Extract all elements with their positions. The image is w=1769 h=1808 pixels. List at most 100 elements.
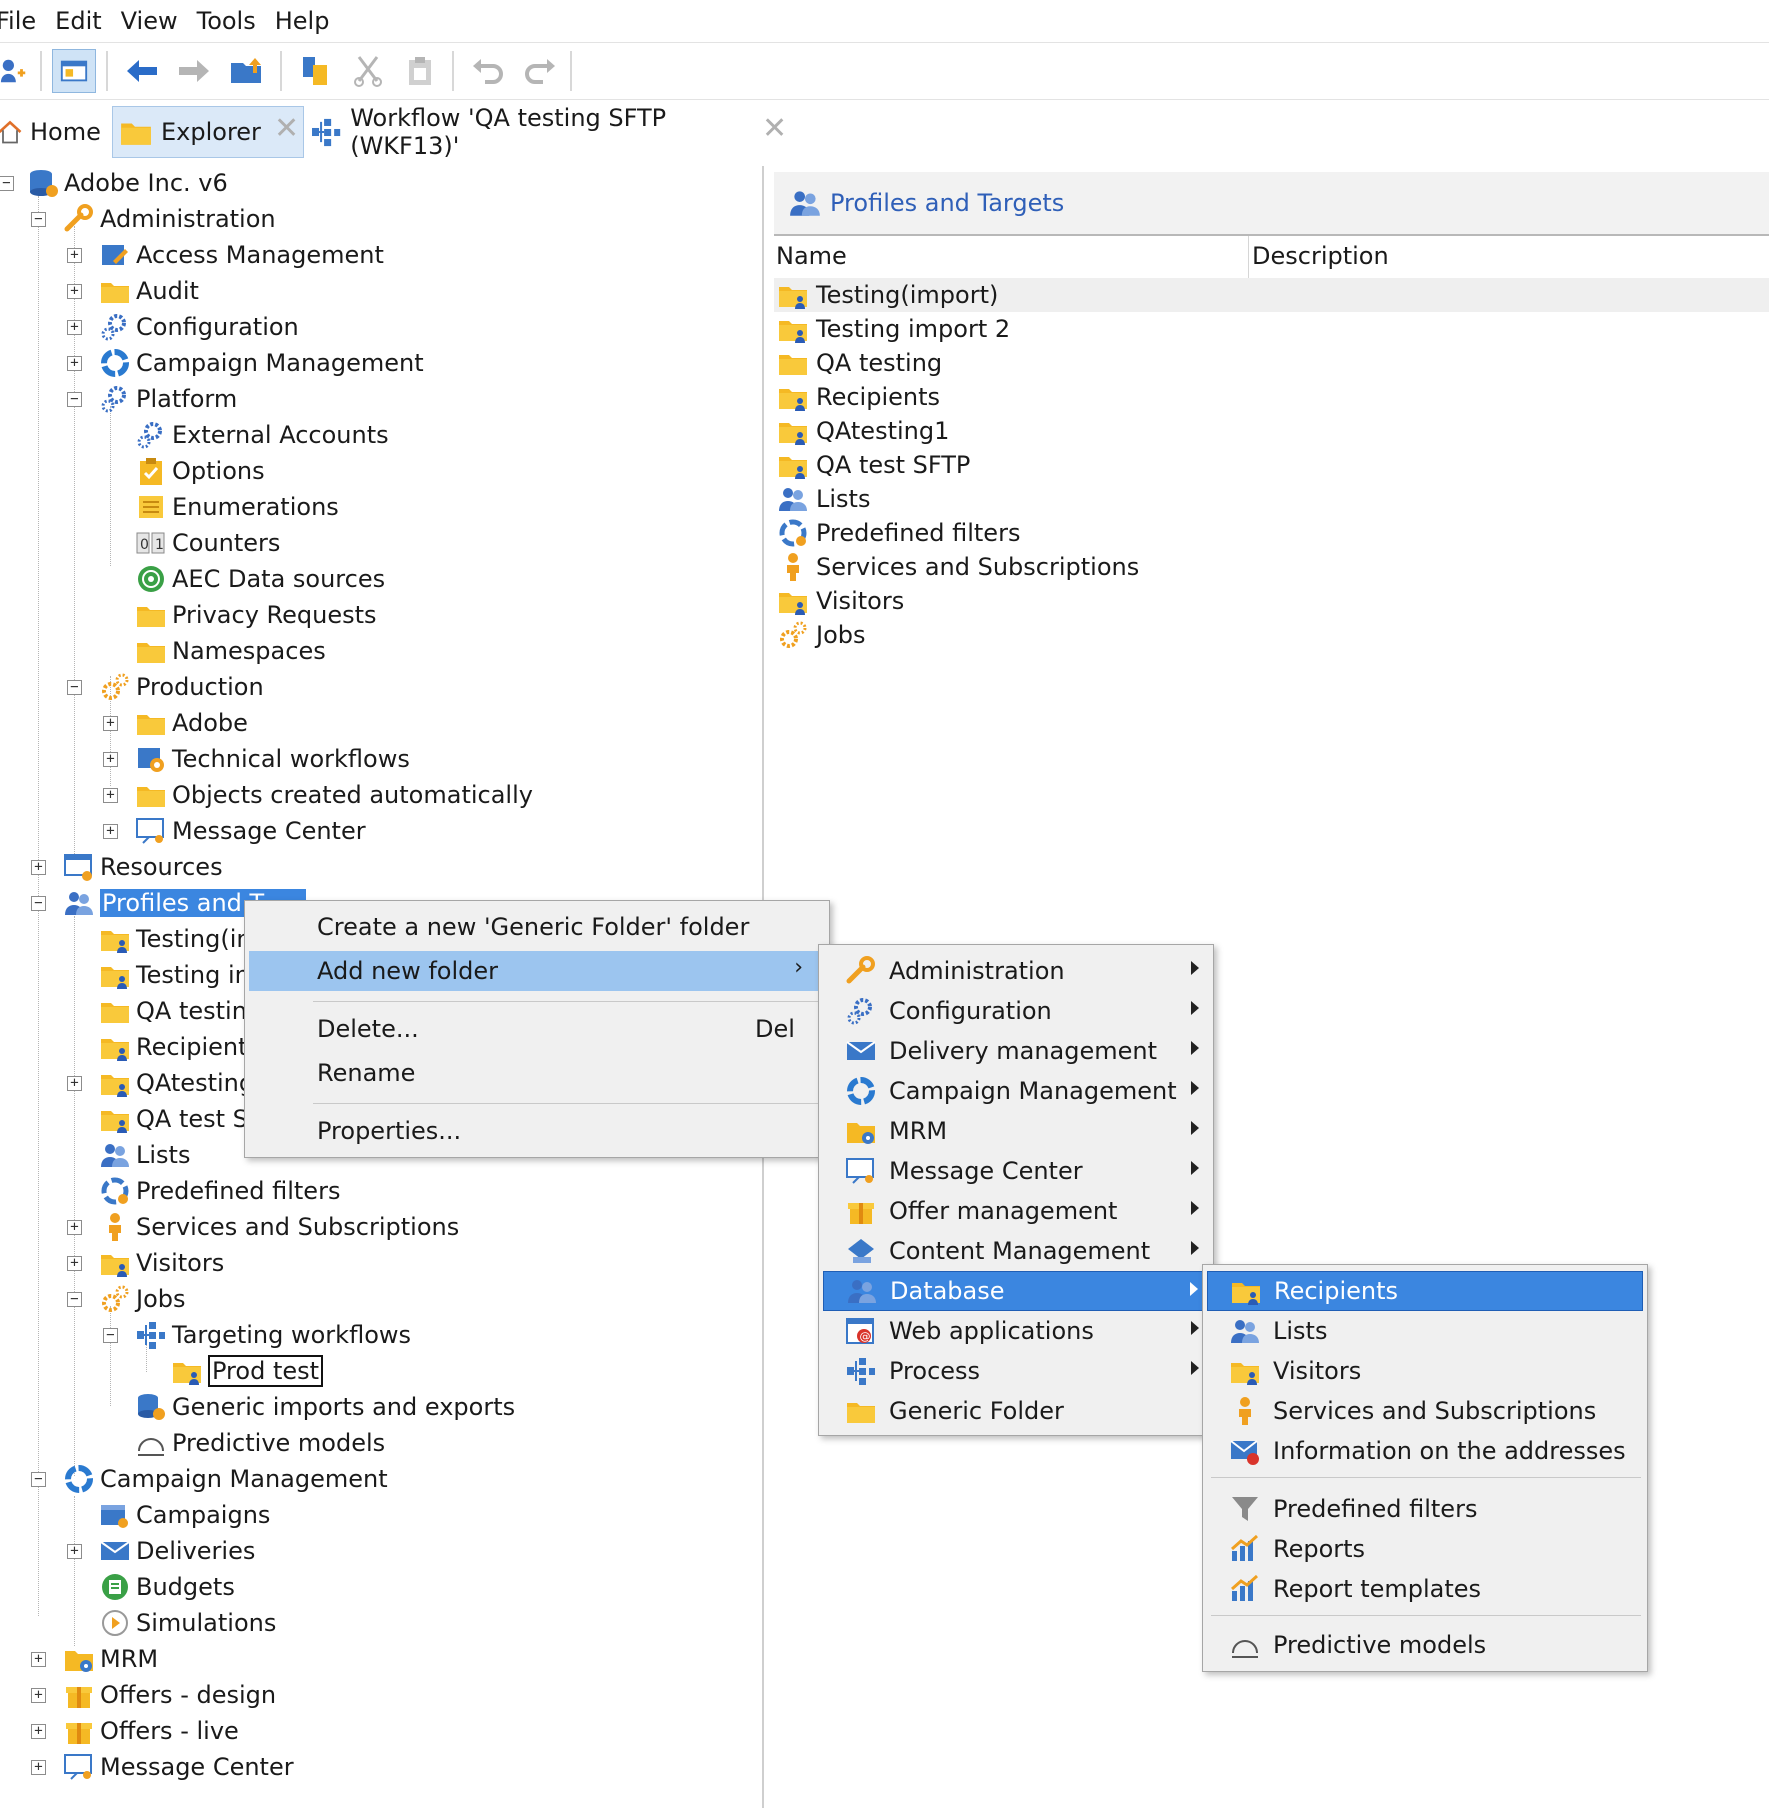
menu-edit[interactable]: Edit [55,7,120,35]
tree-item-predefined-filters[interactable]: Predefined filters [98,1174,340,1208]
submenu-item-report-templates[interactable]: Report templates [1207,1569,1643,1609]
list-item[interactable]: Visitors [774,584,1769,618]
list-item[interactable]: Recipients [774,380,1769,414]
tree-item-audit[interactable]: Audit [98,274,199,308]
collapse-toggle[interactable]: − [67,1292,82,1307]
submenu-item-delivery-management[interactable]: Delivery management [823,1031,1209,1071]
menu-item-create-generic-folder[interactable]: Create a new 'Generic Folder' folder [249,907,825,947]
expand-toggle[interactable]: + [103,752,118,767]
collapse-toggle[interactable]: − [31,896,46,911]
tree-item-campaign-management[interactable]: Campaign Management [62,1462,388,1496]
list-item[interactable]: Predefined filters [774,516,1769,550]
tree-item-targeting-workflows[interactable]: Targeting workflows [134,1318,411,1352]
tree-item-services-subscriptions[interactable]: Services and Subscriptions [98,1210,459,1244]
tree-item-qa-testing[interactable]: QA testing [98,994,262,1028]
tree-item-qatesting1[interactable]: QAtesting [98,1066,254,1100]
submenu-item-message-center[interactable]: Message Center [823,1151,1209,1191]
submenu-item-generic-folder[interactable]: Generic Folder [823,1391,1209,1431]
submenu-item-offer-management[interactable]: Offer management [823,1191,1209,1231]
tree-item-resources[interactable]: Resources [62,850,223,884]
tree-item-predictive-models[interactable]: Predictive models [134,1426,385,1460]
list-item[interactable]: QA testing [774,346,1769,380]
list-item[interactable]: Services and Subscriptions [774,550,1769,584]
forward-icon[interactable] [172,49,216,93]
tree-item-privacy-requests[interactable]: Privacy Requests [134,598,377,632]
expand-toggle[interactable]: + [67,248,82,263]
tab-workflow[interactable]: Workflow 'QA testing SFTP (WKF13)' [310,104,760,160]
expand-toggle[interactable]: + [31,860,46,875]
tree-item-production[interactable]: Production [98,670,264,704]
submenu-item-mrm[interactable]: MRM [823,1111,1209,1151]
tree-item-qa-test-sftp[interactable]: QA test SF [98,1102,262,1136]
submenu-item-content-management[interactable]: Content Management [823,1231,1209,1271]
new-icon[interactable] [0,49,36,93]
close-icon[interactable]: ✕ [762,114,787,144]
collapse-toggle[interactable]: − [31,1472,46,1487]
collapse-toggle[interactable]: − [31,212,46,227]
undo-icon[interactable] [466,49,510,93]
submenu-item-predictive-models[interactable]: Predictive models [1207,1625,1643,1665]
submenu-item-lists[interactable]: Lists [1207,1311,1643,1351]
tree-item-generic-imports[interactable]: Generic imports and exports [134,1390,515,1424]
menu-file[interactable]: File [0,7,55,35]
tree-item-message-center[interactable]: Message Center [62,1750,294,1784]
expand-toggle[interactable]: + [67,1256,82,1271]
submenu-item-campaign-management[interactable]: Campaign Management [823,1071,1209,1111]
submenu-item-web-applications[interactable]: Web applications [823,1311,1209,1351]
column-name[interactable]: Name [776,242,847,270]
tree-item-access-management[interactable]: Access Management [98,238,384,272]
rename-edit-box[interactable]: Prod test [208,1355,324,1387]
submenu-item-process[interactable]: Process [823,1351,1209,1391]
expand-toggle[interactable]: + [31,1724,46,1739]
tree-item-aec-data-sources[interactable]: AEC Data sources [134,562,385,596]
tree-item-testing-import-2[interactable]: Testing im [98,958,258,992]
copy-icon[interactable] [294,49,338,93]
submenu-item-database[interactable]: Database [823,1271,1209,1311]
tree-item-external-accounts[interactable]: External Accounts [134,418,389,452]
collapse-toggle[interactable]: − [103,1328,118,1343]
expand-toggle[interactable]: + [67,1076,82,1091]
explorer-icon[interactable] [52,49,96,93]
menu-item-delete[interactable]: Delete... Del [249,1009,825,1049]
menu-item-add-new-folder[interactable]: Add new folder › [249,951,825,991]
tree-item-technical-workflows[interactable]: Technical workflows [134,742,410,776]
tree-item-offers-live[interactable]: Offers - live [62,1714,239,1748]
expand-toggle[interactable]: + [67,1220,82,1235]
list-item[interactable]: Testing(import) [774,278,1769,312]
expand-toggle[interactable]: + [103,824,118,839]
tree-item-platform[interactable]: Platform [98,382,237,416]
tree-item-jobs[interactable]: Jobs [98,1282,186,1316]
tree-item-budgets[interactable]: Budgets [98,1570,235,1604]
submenu-item-reports[interactable]: Reports [1207,1529,1643,1569]
expand-toggle[interactable]: + [67,1544,82,1559]
tree-item-visitors[interactable]: Visitors [98,1246,224,1280]
submenu-item-recipients[interactable]: Recipients [1207,1271,1643,1311]
tree-item-objects-created[interactable]: Objects created automatically [134,778,533,812]
expand-toggle[interactable]: + [67,284,82,299]
expand-toggle[interactable]: + [31,1688,46,1703]
column-resizer[interactable] [1248,236,1249,278]
tree-item-deliveries[interactable]: Deliveries [98,1534,255,1568]
column-description[interactable]: Description [1252,242,1389,270]
list-item[interactable]: Testing import 2 [774,312,1769,346]
list-item[interactable]: QA test SFTP [774,448,1769,482]
list-item[interactable]: Jobs [774,618,1769,652]
tree-item-campaigns[interactable]: Campaigns [98,1498,270,1532]
tree-item-lists[interactable]: Lists [98,1138,190,1172]
up-folder-icon[interactable] [224,49,268,93]
tree-item-simulations[interactable]: Simulations [98,1606,276,1640]
tree-item-message-center-prod[interactable]: Message Center [134,814,366,848]
collapse-toggle[interactable]: − [67,680,82,695]
tree-item-recipients[interactable]: Recipients [98,1030,260,1064]
list-item[interactable]: QAtesting1 [774,414,1769,448]
tree-item-administration[interactable]: Administration [62,202,276,236]
tree-item-adobe[interactable]: Adobe [134,706,248,740]
tree-item-campaign-management-admin[interactable]: Campaign Management [98,346,424,380]
paste-icon[interactable] [398,49,442,93]
expand-toggle[interactable]: + [31,1760,46,1775]
submenu-item-information-addresses[interactable]: Information on the addresses [1207,1431,1643,1471]
menu-item-properties[interactable]: Properties... [249,1111,825,1151]
submenu-item-predefined-filters[interactable]: Predefined filters [1207,1489,1643,1529]
collapse-toggle[interactable]: − [67,392,82,407]
tree-item-options[interactable]: Options [134,454,265,488]
